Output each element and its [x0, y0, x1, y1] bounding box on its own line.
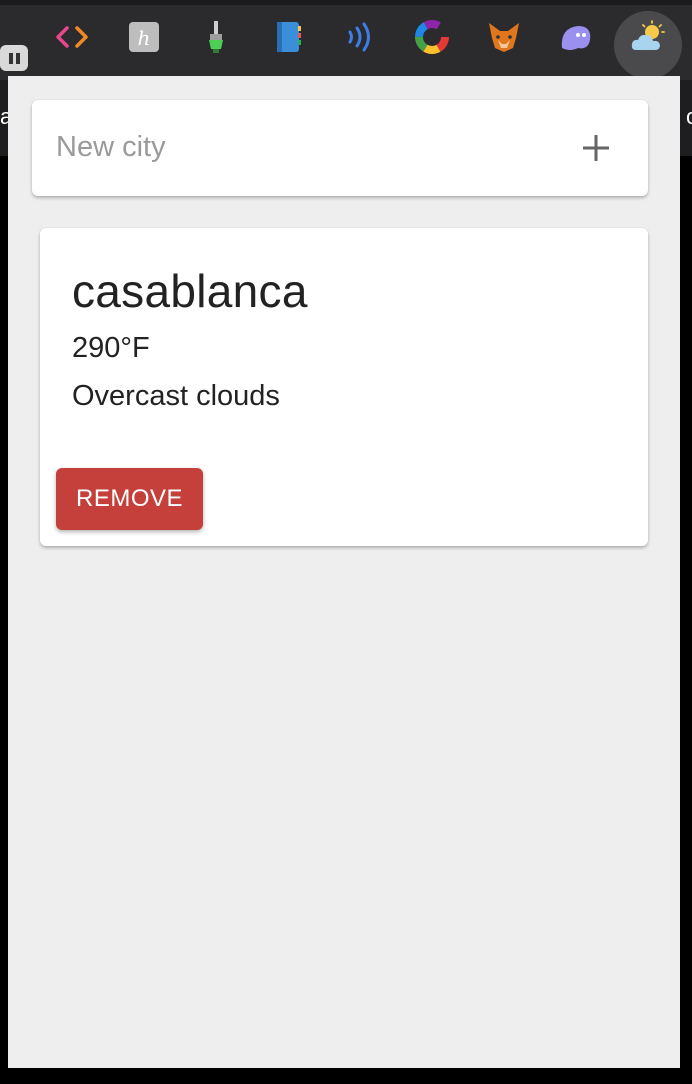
svg-text:h: h [138, 26, 151, 50]
city-temperature: 290°F [72, 332, 150, 364]
city-weather-card: casablanca 290°F Overcast clouds REMOVE [40, 228, 648, 546]
new-city-input[interactable] [56, 124, 536, 170]
h-badge-icon[interactable]: h [126, 19, 162, 55]
color-wheel-icon[interactable] [414, 19, 450, 55]
new-city-card [32, 100, 648, 196]
background-page-glyph-right: c [686, 104, 692, 129]
add-city-button[interactable] [572, 124, 620, 172]
notebook-icon[interactable] [270, 19, 306, 55]
extensions-toolbar: h [0, 0, 692, 80]
remove-city-button[interactable]: REMOVE [56, 468, 203, 530]
weather-cloud-sun-icon[interactable] [630, 19, 666, 55]
pause-badge-icon[interactable] [0, 45, 28, 71]
wireless-icon[interactable] [342, 19, 378, 55]
fox-icon[interactable] [486, 19, 522, 55]
plus-icon [583, 135, 609, 161]
code-brackets-icon[interactable] [54, 19, 90, 55]
weather-popup: casablanca 290°F Overcast clouds REMOVE [8, 76, 680, 1068]
brush-icon[interactable] [198, 19, 234, 55]
weather-description: Overcast clouds [72, 380, 280, 412]
city-name: casablanca [72, 265, 308, 317]
ghost-icon[interactable] [558, 19, 594, 55]
